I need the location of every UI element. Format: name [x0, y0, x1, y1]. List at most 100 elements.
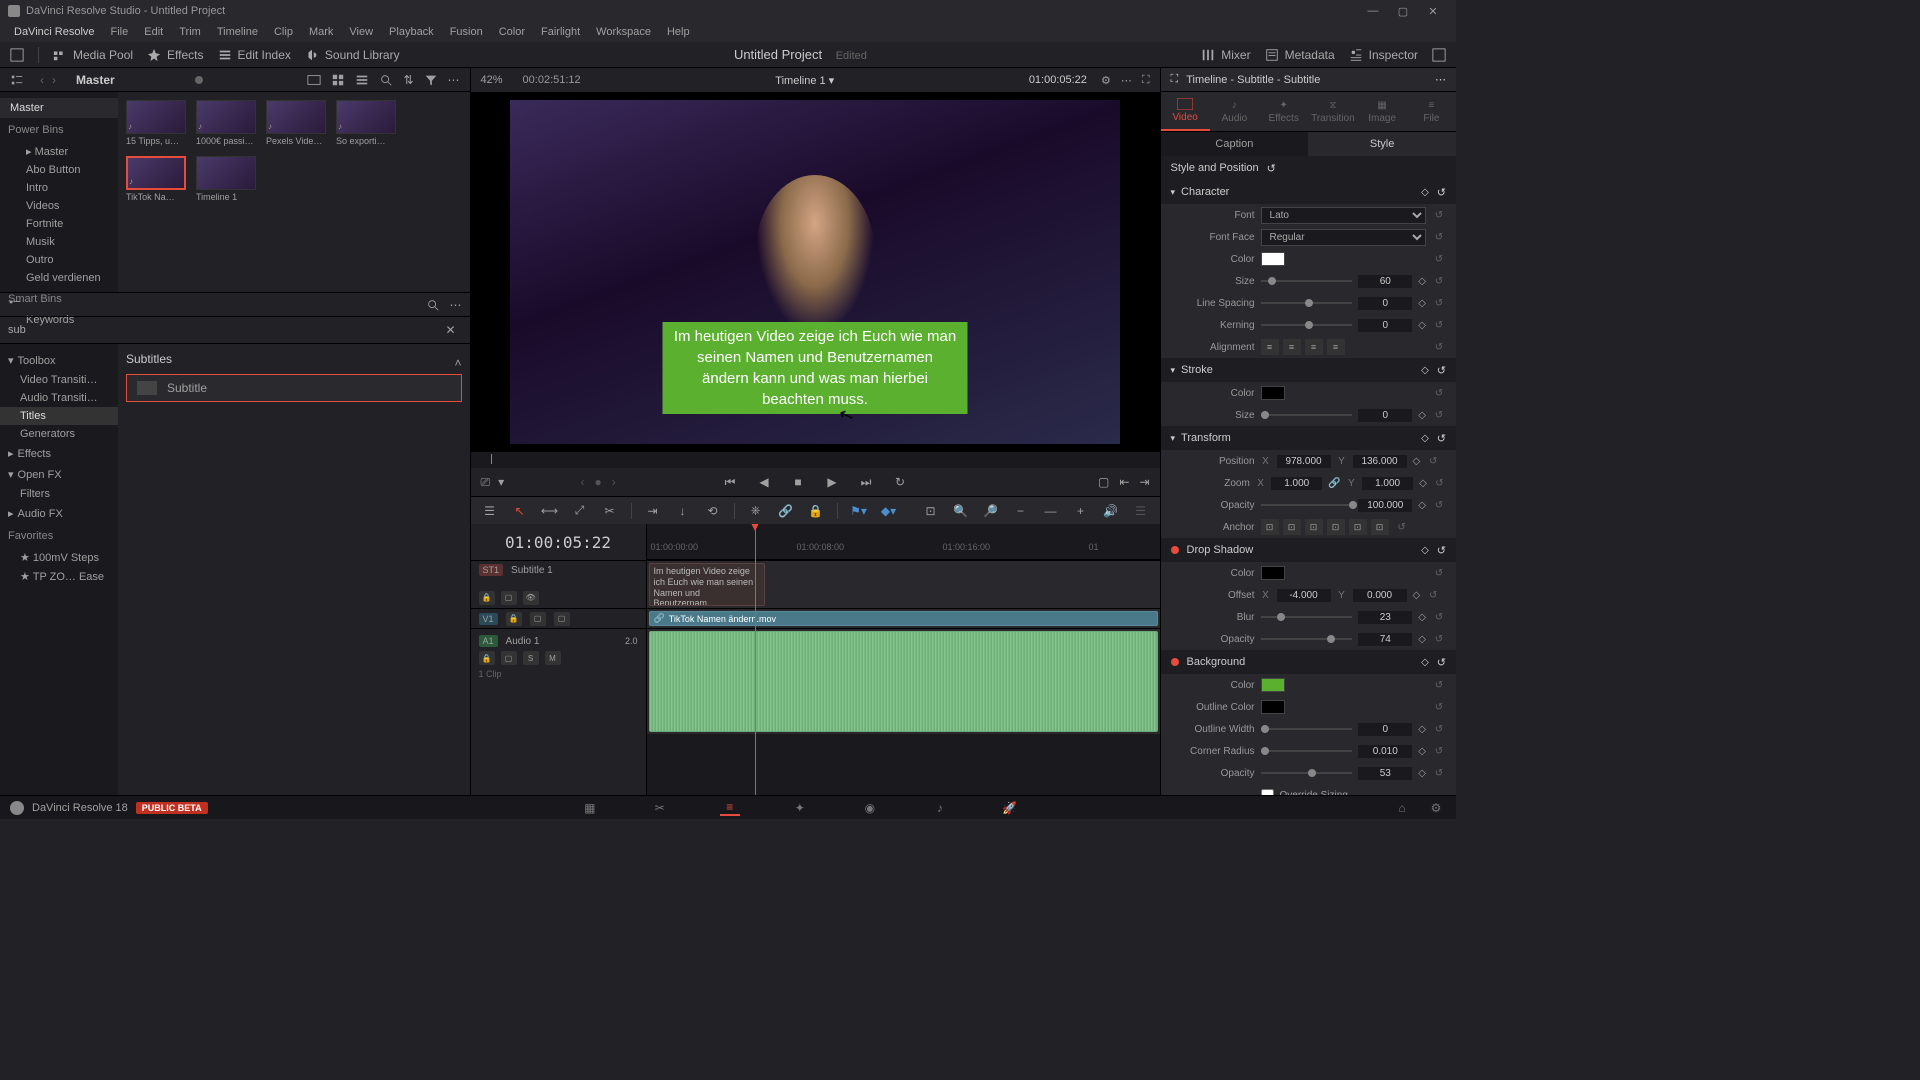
- trim-tool[interactable]: ⟷: [541, 502, 559, 520]
- background-toggle[interactable]: [1171, 658, 1179, 666]
- tab-file[interactable]: ≡File: [1407, 92, 1456, 131]
- fx-titles[interactable]: Titles: [0, 407, 118, 425]
- step-back-button[interactable]: ◀: [756, 474, 772, 490]
- bin-abo-button[interactable]: Abo Button: [0, 161, 118, 179]
- close-button[interactable]: ✕: [1418, 5, 1448, 18]
- bin-list-icon[interactable]: [10, 73, 24, 87]
- align-left-button[interactable]: ≡: [1261, 339, 1279, 355]
- keyframe-icon[interactable]: ◇: [1421, 365, 1429, 376]
- shadow-blur-slider[interactable]: [1261, 616, 1353, 618]
- section-background[interactable]: Background ◇ ↺: [1161, 650, 1456, 674]
- next-edit-icon[interactable]: ›: [612, 475, 616, 489]
- keyframe-icon[interactable]: ◇: [1418, 746, 1426, 757]
- menu-file[interactable]: File: [103, 26, 137, 38]
- stop-button[interactable]: ■: [790, 474, 806, 490]
- keyframe-icon[interactable]: ◇: [1413, 590, 1421, 601]
- section-drop-shadow[interactable]: Drop Shadow ◇ ↺: [1161, 538, 1456, 562]
- opacity-value[interactable]: 100.000: [1358, 499, 1412, 512]
- keyframe-icon[interactable]: ◇: [1418, 612, 1426, 623]
- shadow-opacity-slider[interactable]: [1261, 638, 1353, 640]
- track-header-a1[interactable]: A1 Audio 1 2.0 🔒 ▢ S M 1 Clip: [471, 628, 646, 734]
- clip-thumb[interactable]: ♪So exporti…: [336, 100, 396, 146]
- media-options[interactable]: ⋯: [448, 73, 460, 87]
- clip-thumb[interactable]: Timeline 1: [196, 156, 256, 202]
- track-lane-a1[interactable]: [647, 628, 1160, 734]
- chevron-up-icon[interactable]: ˄: [455, 356, 462, 370]
- media-page-icon[interactable]: ▦: [580, 800, 600, 816]
- tab-image[interactable]: ▦Image: [1358, 92, 1407, 131]
- reset-icon[interactable]: ↺: [1395, 522, 1409, 533]
- stroke-size-slider[interactable]: [1261, 414, 1353, 416]
- subtab-caption[interactable]: Caption: [1161, 132, 1309, 156]
- custom-zoom[interactable]: 🔎: [982, 502, 1000, 520]
- fullscreen-right[interactable]: [1432, 48, 1446, 62]
- zoom-out[interactable]: −: [1012, 502, 1030, 520]
- reset-icon[interactable]: ↺: [1437, 364, 1446, 377]
- keyframe-icon[interactable]: ◇: [1419, 478, 1427, 489]
- bin-musik[interactable]: Musik: [0, 233, 118, 251]
- reset-icon[interactable]: ↺: [1432, 568, 1446, 579]
- subtitle-clip[interactable]: Im heutigen Video zeige ich Euch wie man…: [649, 563, 765, 606]
- tab-audio[interactable]: ♪Audio: [1210, 92, 1259, 131]
- reset-icon[interactable]: ↺: [1426, 590, 1440, 601]
- viewer-timeline-name[interactable]: Timeline 1 ▾: [581, 74, 1029, 87]
- reset-icon[interactable]: ↺: [1432, 500, 1446, 511]
- breadcrumb[interactable]: Master: [76, 73, 115, 87]
- bin-intro[interactable]: Intro: [0, 179, 118, 197]
- anchor-tr[interactable]: ⊡: [1305, 519, 1323, 535]
- audio-clip[interactable]: [649, 631, 1158, 732]
- viewer-options[interactable]: ⋯: [1121, 74, 1132, 87]
- link-icon[interactable]: 🔗: [1328, 478, 1340, 489]
- menu-edit[interactable]: Edit: [136, 26, 171, 38]
- fx-group-effects[interactable]: ▸ Effects: [0, 443, 118, 464]
- keyframe-icon[interactable]: ◇: [1418, 276, 1426, 287]
- track-header-v1[interactable]: V1 🔒 ▢ ▢: [471, 608, 646, 628]
- go-first-button[interactable]: ⏮: [722, 474, 738, 490]
- reset-icon[interactable]: ↺: [1432, 410, 1446, 421]
- prev-edit-icon[interactable]: ‹: [581, 475, 585, 489]
- reset-icon[interactable]: ↺: [1432, 634, 1446, 645]
- reset-icon[interactable]: ↺: [1267, 162, 1276, 175]
- st1-eye-icon[interactable]: 👁: [523, 591, 539, 605]
- reset-icon[interactable]: ↺: [1432, 724, 1446, 735]
- bypass-icon[interactable]: ⎚: [481, 475, 491, 490]
- menu-timeline[interactable]: Timeline: [209, 26, 266, 38]
- fx-panel-icon[interactable]: [8, 298, 22, 312]
- timeline-ruler[interactable]: 01:00:00:00 01:00:08:00 01:00:16:00 01: [647, 524, 1160, 560]
- override-sizing-checkbox[interactable]: [1261, 789, 1274, 796]
- gear-icon[interactable]: ⚙: [1101, 74, 1111, 87]
- thumbnail-view-icon[interactable]: [307, 73, 321, 87]
- align-right-button[interactable]: ≡: [1305, 339, 1323, 355]
- anchor-ml[interactable]: ⊡: [1327, 519, 1345, 535]
- reset-icon[interactable]: ↺: [1432, 388, 1446, 399]
- toggle-fullscreen[interactable]: [10, 48, 24, 62]
- loop-button[interactable]: ↻: [892, 474, 908, 490]
- viewer-mode-dropdown[interactable]: ▾: [498, 475, 504, 490]
- viewer-zoom[interactable]: 42%: [481, 74, 503, 86]
- reset-icon[interactable]: ↺: [1432, 232, 1446, 243]
- go-last-button[interactable]: ⏭: [858, 474, 874, 490]
- sort-dropdown[interactable]: ⇅: [403, 73, 413, 87]
- fx-group-toolbox[interactable]: ▾ Toolbox: [0, 350, 118, 371]
- reset-icon[interactable]: ↺: [1437, 186, 1446, 199]
- st1-enable[interactable]: ▢: [501, 591, 517, 605]
- anchor-tc[interactable]: ⊡: [1283, 519, 1301, 535]
- track-lane-st1[interactable]: Im heutigen Video zeige ich Euch wie man…: [647, 560, 1160, 608]
- play-button[interactable]: ▶: [824, 474, 840, 490]
- bin-fortnite[interactable]: Fortnite: [0, 215, 118, 233]
- fusion-page-icon[interactable]: ✦: [790, 800, 810, 816]
- reset-icon[interactable]: ↺: [1432, 254, 1446, 265]
- fx-filters[interactable]: Filters: [0, 485, 118, 503]
- flag-dropdown[interactable]: ⚑▾: [850, 502, 868, 520]
- reset-icon[interactable]: ↺: [1432, 768, 1446, 779]
- fx-favorites-header[interactable]: Favorites: [0, 524, 118, 548]
- video-clip[interactable]: 🔗 TikTok Namen ändern.mov: [649, 611, 1158, 626]
- minimize-button[interactable]: —: [1358, 5, 1388, 17]
- bg-color-swatch[interactable]: [1261, 678, 1285, 692]
- reset-icon[interactable]: ↺: [1432, 210, 1446, 221]
- bg-outline-width-slider[interactable]: [1261, 728, 1353, 730]
- a1-mute[interactable]: M: [545, 651, 561, 665]
- menu-view[interactable]: View: [341, 26, 381, 38]
- font-select[interactable]: Lato: [1261, 207, 1426, 224]
- reset-icon[interactable]: ↺: [1432, 276, 1446, 287]
